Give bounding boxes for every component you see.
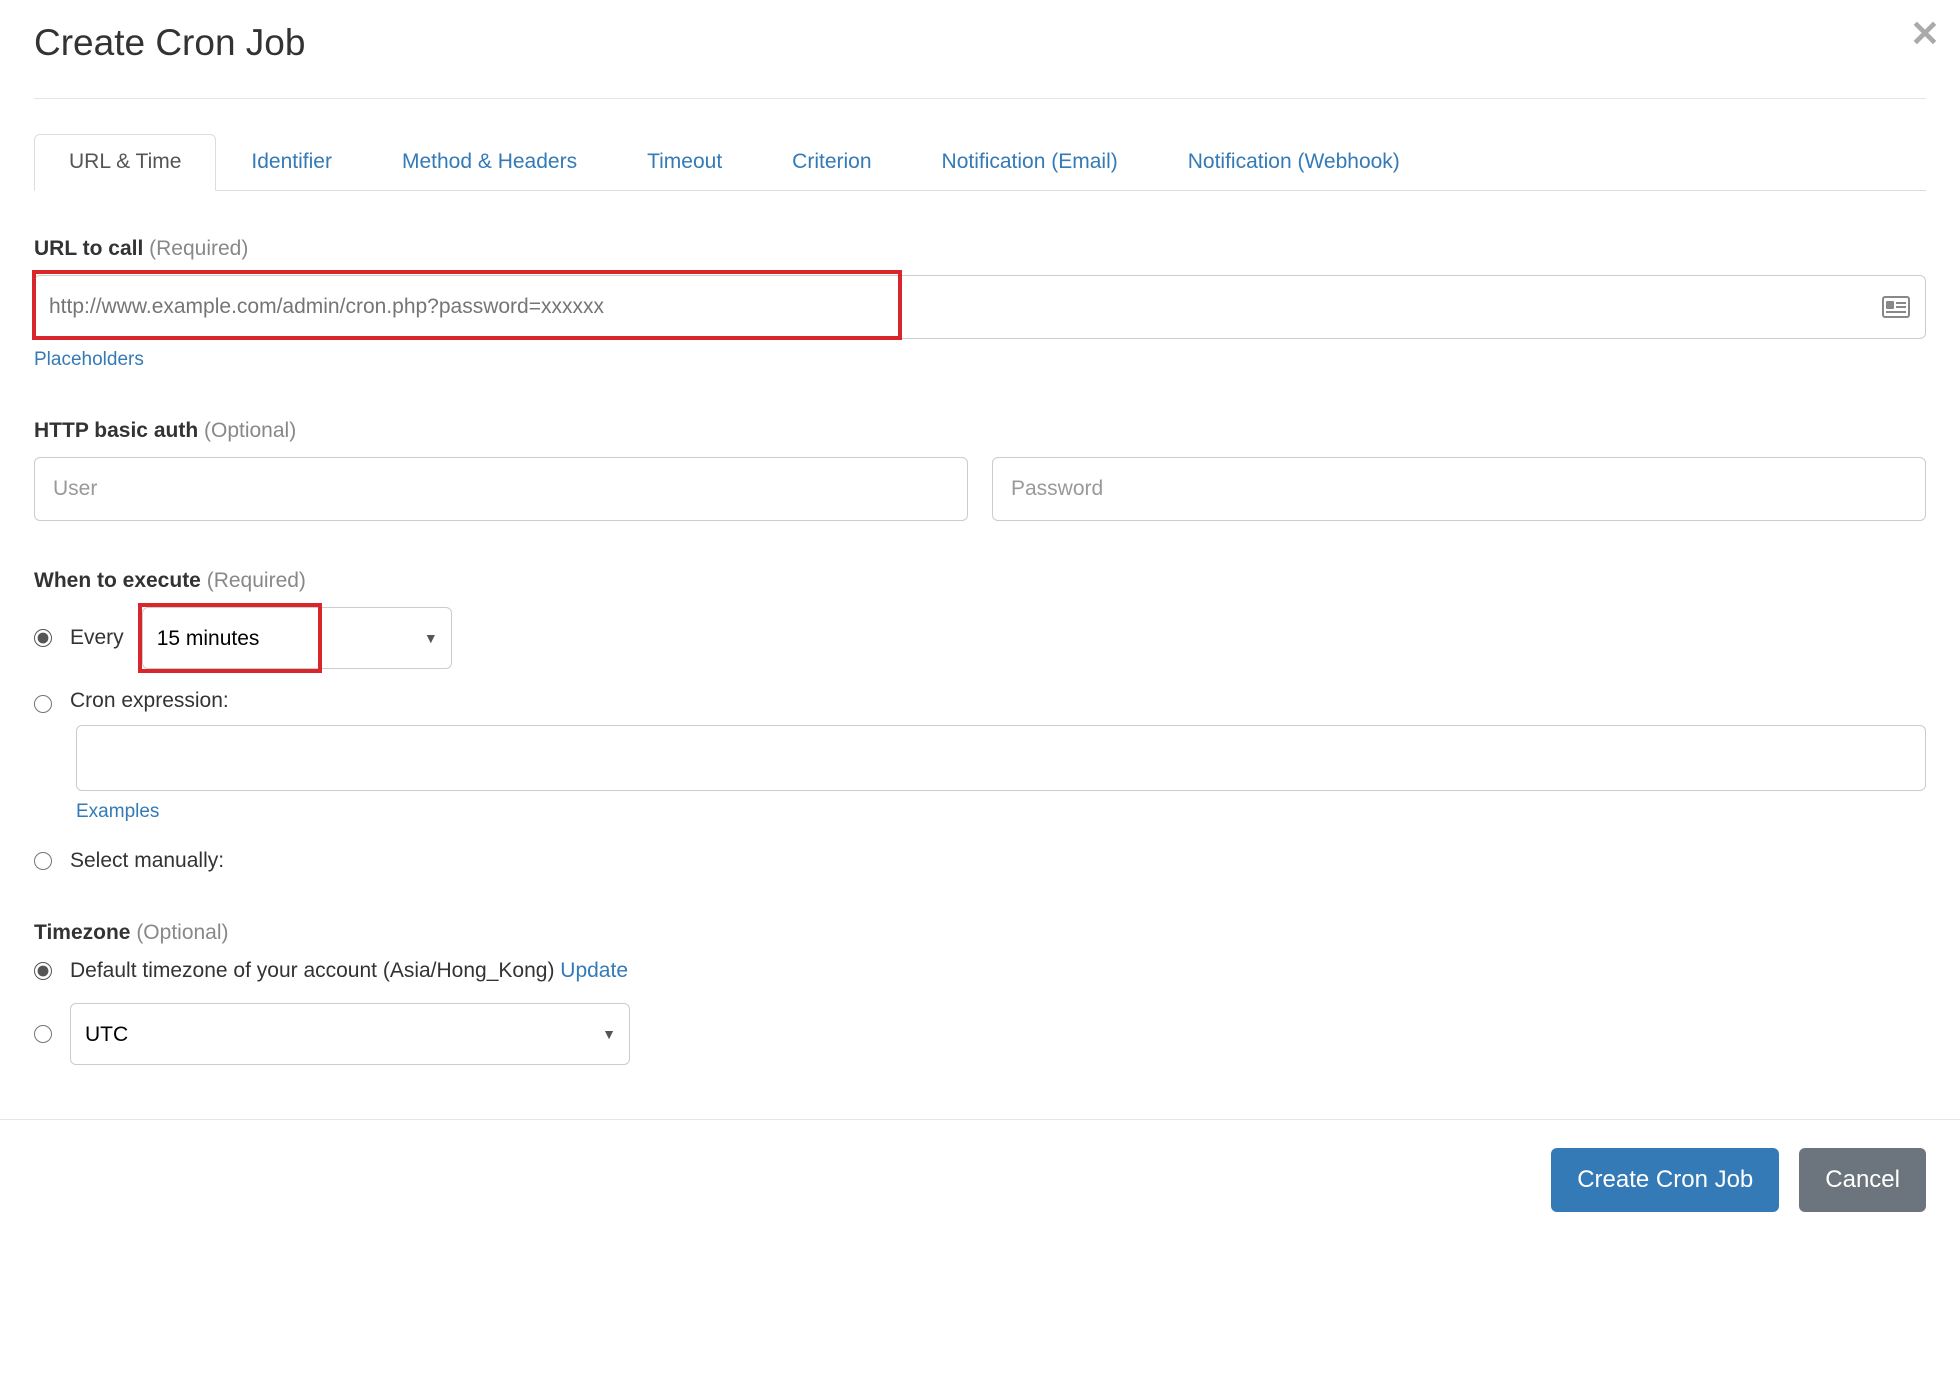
tab-method-headers[interactable]: Method & Headers bbox=[367, 134, 612, 191]
placeholders-link[interactable]: Placeholders bbox=[34, 349, 144, 371]
tz-label: Timezone (Optional) bbox=[34, 921, 1926, 945]
auth-password-input[interactable] bbox=[992, 457, 1926, 521]
when-manual-row: Select manually: bbox=[34, 849, 1926, 873]
modal-title: Create Cron Job bbox=[34, 22, 305, 64]
modal: Create Cron Job ✕ URL & Time Identifier … bbox=[0, 0, 1960, 1119]
tz-default-radio[interactable] bbox=[34, 962, 52, 980]
when-every-select[interactable]: 15 minutes bbox=[142, 607, 452, 669]
tab-bar: URL & Time Identifier Method & Headers T… bbox=[34, 133, 1926, 191]
when-cron-label: Cron expression: bbox=[70, 689, 229, 713]
tab-url-time[interactable]: URL & Time bbox=[34, 134, 216, 191]
url-input[interactable] bbox=[35, 276, 1867, 338]
vcard-icon[interactable] bbox=[1867, 296, 1925, 318]
when-manual-label: Select manually: bbox=[70, 849, 224, 873]
tz-custom-radio[interactable] bbox=[34, 1025, 52, 1043]
when-cron-radio[interactable] bbox=[34, 695, 52, 713]
when-cron-row: Cron expression: bbox=[34, 689, 1926, 713]
cron-expression-input[interactable] bbox=[76, 725, 1926, 791]
modal-footer: Create Cron Job Cancel bbox=[0, 1119, 1960, 1242]
url-label: URL to call (Required) bbox=[34, 237, 1926, 261]
tz-custom-row: UTC bbox=[34, 1003, 1926, 1065]
modal-header: Create Cron Job ✕ bbox=[34, 0, 1926, 99]
when-every-radio[interactable] bbox=[34, 629, 52, 647]
auth-user-input[interactable] bbox=[34, 457, 968, 521]
auth-group: HTTP basic auth (Optional) bbox=[34, 419, 1926, 521]
tz-default-label: Default timezone of your account (Asia/H… bbox=[70, 959, 628, 983]
close-icon[interactable]: ✕ bbox=[1910, 16, 1940, 52]
tz-select[interactable]: UTC bbox=[70, 1003, 630, 1065]
when-label: When to execute (Required) bbox=[34, 569, 1926, 593]
tab-notification-webhook[interactable]: Notification (Webhook) bbox=[1153, 134, 1435, 191]
tz-update-link[interactable]: Update bbox=[560, 959, 628, 982]
cron-examples-link[interactable]: Examples bbox=[76, 801, 159, 823]
url-group: URL to call (Required) Placeholders bbox=[34, 237, 1926, 371]
tab-criterion[interactable]: Criterion bbox=[757, 134, 906, 191]
tz-default-row: Default timezone of your account (Asia/H… bbox=[34, 959, 1926, 983]
when-every-label: Every bbox=[70, 626, 124, 650]
when-group: When to execute (Required) Every 15 minu… bbox=[34, 569, 1926, 873]
cancel-button[interactable]: Cancel bbox=[1799, 1148, 1926, 1212]
url-input-row bbox=[34, 275, 1926, 339]
create-cron-job-button[interactable]: Create Cron Job bbox=[1551, 1148, 1779, 1212]
when-every-row: Every 15 minutes bbox=[34, 607, 1926, 669]
tab-timeout[interactable]: Timeout bbox=[612, 134, 757, 191]
tab-notification-email[interactable]: Notification (Email) bbox=[907, 134, 1153, 191]
tab-panel-url-time: URL to call (Required) Placeholders HTTP… bbox=[34, 191, 1926, 1065]
tz-group: Timezone (Optional) Default timezone of … bbox=[34, 921, 1926, 1065]
tab-identifier[interactable]: Identifier bbox=[216, 134, 367, 191]
auth-label: HTTP basic auth (Optional) bbox=[34, 419, 1926, 443]
when-manual-radio[interactable] bbox=[34, 852, 52, 870]
